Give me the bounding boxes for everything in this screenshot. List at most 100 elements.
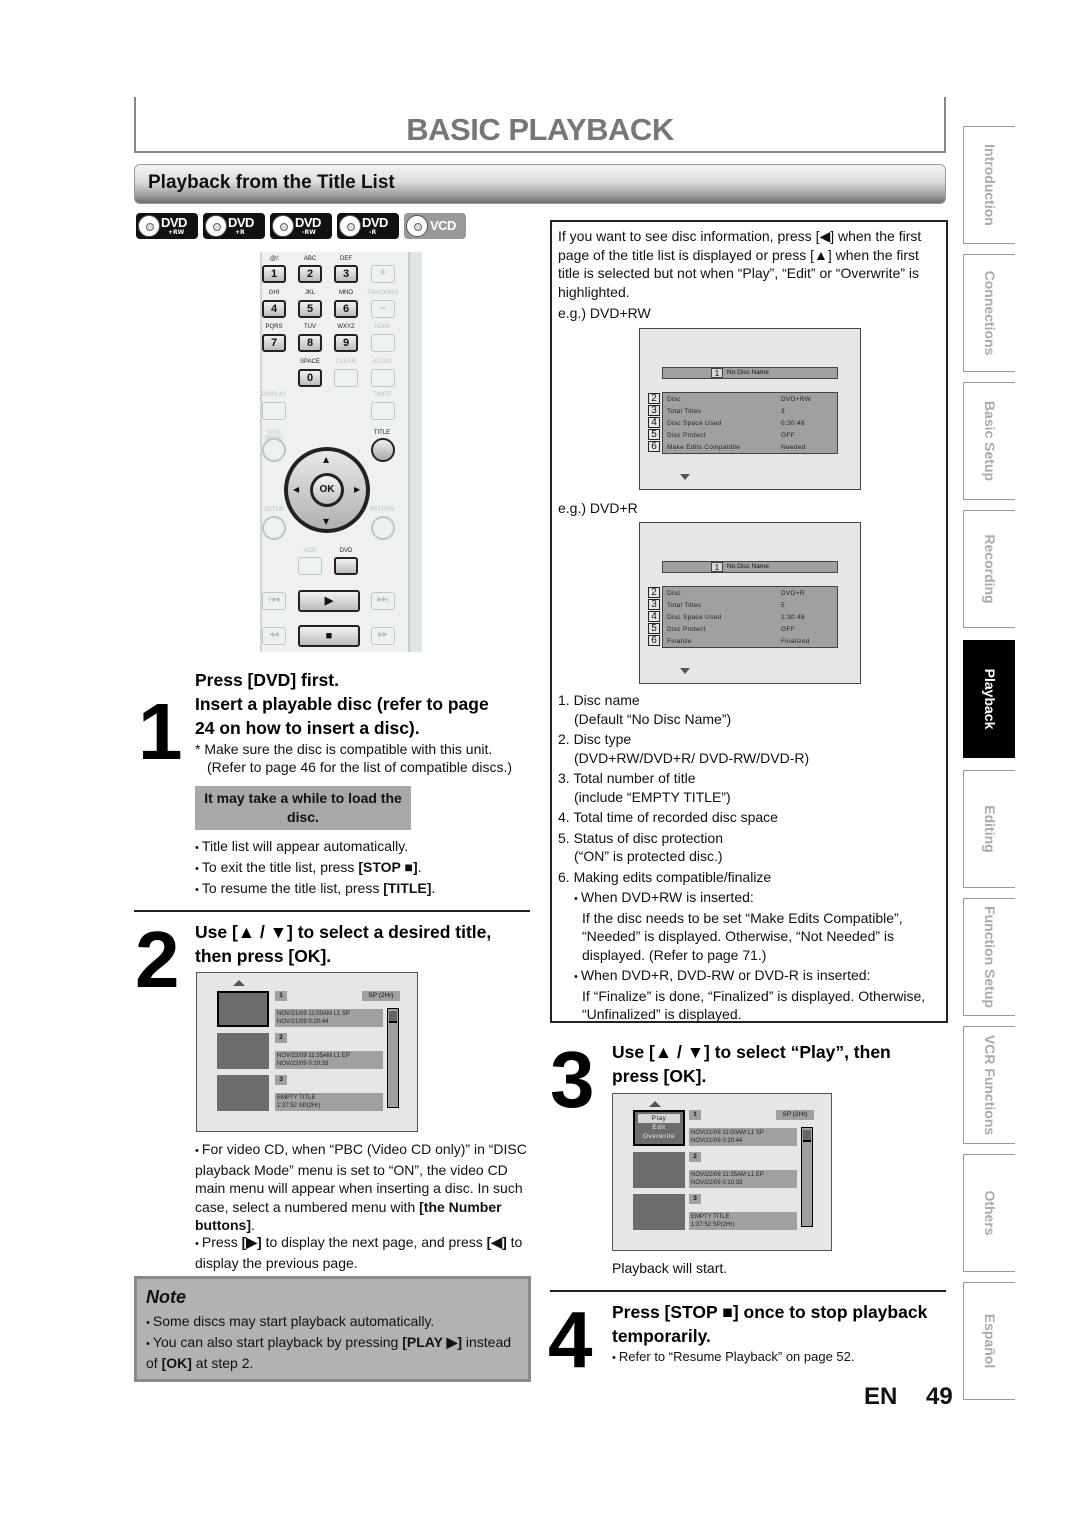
- tab-connections[interactable]: Connections: [963, 254, 1015, 372]
- tab-introduction[interactable]: Introduction: [963, 126, 1015, 244]
- disc-info-row: Disc Space Used 0:30:48: [667, 420, 805, 427]
- fast-forward-key[interactable]: ▶▶: [371, 627, 395, 645]
- section-title: Playback from the Title List: [148, 172, 395, 193]
- legend-item: 2. Disc type: [558, 731, 632, 747]
- tab-espanol[interactable]: Español: [963, 1282, 1015, 1400]
- up-arrow-icon[interactable]: ▲: [323, 455, 329, 464]
- tab-editing[interactable]: Editing: [963, 770, 1015, 888]
- key-label: DVD: [339, 548, 353, 554]
- title-list-screen: 1 SP (2Hr) NOV/21/09 11:00AM L1 SP NOV/21…: [196, 972, 418, 1132]
- disc-info-row: Disc DVD+RW: [667, 396, 812, 403]
- navigation-dpad[interactable]: ▲ ▼ ◀ ▶ OK: [284, 447, 370, 533]
- scrollbar[interactable]: [801, 1127, 813, 1227]
- vcr-key[interactable]: [298, 557, 322, 575]
- legend-bullet-body: If “Finalize” is done, “Finalized” is di…: [582, 987, 926, 1023]
- setup-key[interactable]: [262, 516, 286, 540]
- skip-back-key[interactable]: |◀◀: [262, 592, 286, 610]
- tab-function-setup[interactable]: Function Setup: [963, 898, 1015, 1016]
- legend-item: 1. Disc name: [558, 692, 640, 708]
- skip-forward-key[interactable]: ▶▶|: [371, 592, 395, 610]
- title-thumbnail[interactable]: [633, 1194, 685, 1230]
- step-2-number: 2: [135, 915, 180, 1004]
- dvd-plus-r-icon: DVD +R: [203, 213, 265, 239]
- disc-info-table: Disc DVD+RW Total Titles 3 Disc Space Used…: [662, 392, 838, 454]
- disc-info-intro: If you want to see disc information, pre…: [558, 228, 922, 300]
- dvd-key[interactable]: [334, 557, 358, 575]
- key-label: PQRS: [265, 324, 283, 330]
- play-key[interactable]: ▶: [298, 590, 360, 612]
- disc-menu-key[interactable]: [262, 438, 286, 462]
- hdmi-key[interactable]: [371, 334, 395, 352]
- title-list-screen-menu: Play Edit Overwrite 1 SP (2Hr) NOV/21/09…: [612, 1093, 832, 1251]
- title-number: 2: [689, 1152, 701, 1162]
- right-arrow-icon[interactable]: ▶: [354, 485, 360, 494]
- title-number: 1: [689, 1110, 701, 1120]
- step-3-number: 3: [550, 1035, 595, 1124]
- row-index: 4: [648, 611, 660, 622]
- scroll-down-icon: [680, 668, 690, 674]
- key-8[interactable]: 8: [298, 334, 322, 352]
- key-1[interactable]: 1: [262, 265, 286, 283]
- timer-key[interactable]: [371, 402, 395, 420]
- ok-button[interactable]: OK: [313, 476, 341, 504]
- step-1-heading-line1: Press [DVD] first.: [195, 670, 339, 690]
- disc-info-row: Disc Protect OFF: [667, 626, 795, 633]
- key-6[interactable]: 6: [334, 300, 358, 318]
- disc-name-row: 1 No Disc Name: [662, 561, 838, 573]
- down-arrow-icon[interactable]: ▼: [323, 517, 329, 526]
- disc-info-screen-dvd-r: 1 No Disc Name 2 3 4 5 6 Disc DVD+R Total …: [639, 522, 861, 684]
- key-label: SPACE: [300, 359, 320, 365]
- title-thumbnail[interactable]: [633, 1152, 685, 1188]
- disc-info-row: Total Titles 3: [667, 408, 785, 415]
- key-0[interactable]: 0: [298, 369, 322, 387]
- title-thumbnail[interactable]: [217, 991, 269, 1027]
- legend-item: 6. Making edits compatible/finalize: [558, 868, 772, 885]
- tab-recording[interactable]: Recording: [963, 510, 1015, 628]
- stop-key[interactable]: ■: [298, 625, 360, 647]
- key-label: RETURN: [369, 507, 395, 513]
- tab-vcr-functions[interactable]: VCR Functions: [963, 1026, 1015, 1144]
- tab-others[interactable]: Others: [963, 1154, 1015, 1272]
- key-label: WXYZ: [337, 324, 355, 330]
- title-key[interactable]: [371, 438, 395, 462]
- step-2-heading-line1: Use [▲ / ▼] to select a desired title,: [195, 922, 492, 942]
- key-label: VCR: [303, 548, 317, 554]
- key-9[interactable]: 9: [334, 334, 358, 352]
- disc-info-legend: 1. Disc name (Default “No Disc Name”) 2.…: [558, 691, 944, 1024]
- left-arrow-icon[interactable]: ◀: [293, 485, 299, 494]
- scroll-down-icon: [680, 474, 690, 480]
- key-4[interactable]: 4: [262, 300, 286, 318]
- row-index: 2: [648, 393, 660, 404]
- example-label: e.g.) DVD+R: [558, 500, 638, 516]
- return-key[interactable]: [371, 516, 395, 540]
- menu-item-play[interactable]: Play: [638, 1114, 680, 1123]
- key-label: JKL: [304, 290, 316, 296]
- tracking-plus-key[interactable]: +: [371, 265, 395, 283]
- row-index: 5: [648, 429, 660, 440]
- rewind-key[interactable]: ◀◀: [262, 627, 286, 645]
- key-3[interactable]: 3: [334, 265, 358, 283]
- scrollbar[interactable]: [387, 1008, 399, 1108]
- menu-item-overwrite[interactable]: Overwrite: [635, 1132, 683, 1141]
- language-code: EN: [864, 1383, 898, 1410]
- key-label: DISPLAY: [261, 392, 287, 398]
- tab-basic-setup[interactable]: Basic Setup: [963, 382, 1015, 500]
- key-7[interactable]: 7: [262, 334, 286, 352]
- key-5[interactable]: 5: [298, 300, 322, 318]
- legend-item: 5. Status of disc protection: [558, 829, 723, 846]
- disc-info-row: Finalize Finalized: [667, 638, 810, 645]
- title-thumbnail[interactable]: [217, 1075, 269, 1111]
- audio-key[interactable]: [371, 369, 395, 387]
- key-label: MNO: [339, 290, 353, 296]
- tracking-minus-key[interactable]: –: [371, 300, 395, 318]
- tab-playback[interactable]: Playback: [963, 640, 1015, 758]
- display-key[interactable]: [262, 402, 286, 420]
- key-2[interactable]: 2: [298, 265, 322, 283]
- menu-item-edit[interactable]: Edit: [635, 1123, 683, 1132]
- title-info: NOV/21/09 11:00AM L1 SP NOV/21/09 0:20:44: [275, 1009, 383, 1027]
- clear-key[interactable]: [334, 369, 358, 387]
- dvd-plus-rw-icon: DVD +RW: [136, 213, 198, 239]
- title-thumbnail[interactable]: [217, 1033, 269, 1069]
- key-label: ABC: [303, 256, 317, 262]
- step-2-bullet: Press [▶] to display the next page, and …: [195, 1233, 535, 1272]
